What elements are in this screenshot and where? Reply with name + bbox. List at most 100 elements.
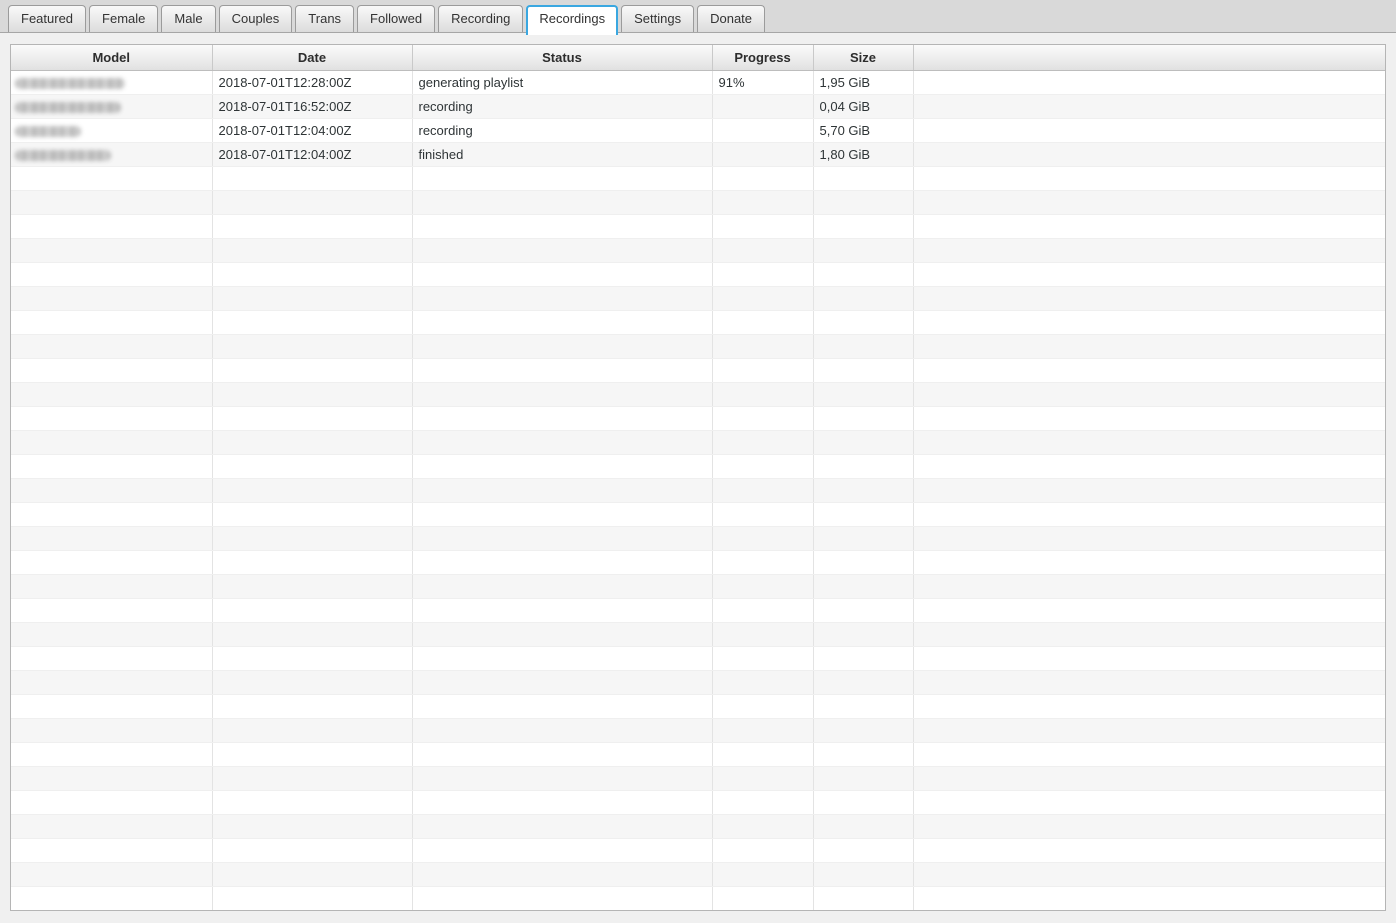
column-header-model[interactable]: Model xyxy=(11,45,212,70)
column-header-status[interactable]: Status xyxy=(412,45,712,70)
tab-male[interactable]: Male xyxy=(161,5,215,32)
cell-date xyxy=(212,550,412,574)
tab-recordings[interactable]: Recordings xyxy=(526,5,618,35)
cell-filler xyxy=(913,694,1385,718)
cell-date xyxy=(212,262,412,286)
cell-date xyxy=(212,502,412,526)
cell-date xyxy=(212,358,412,382)
cell-progress xyxy=(712,886,813,910)
cell-size xyxy=(813,862,913,886)
empty-row xyxy=(11,646,1385,670)
table-row[interactable]: 2018-07-01T12:04:00Zrecording5,70 GiB xyxy=(11,118,1385,142)
cell-size: 1,80 GiB xyxy=(813,142,913,166)
empty-row xyxy=(11,406,1385,430)
cell-model xyxy=(11,382,212,406)
cell-progress xyxy=(712,718,813,742)
cell-progress xyxy=(712,94,813,118)
cell-date: 2018-07-01T12:28:00Z xyxy=(212,70,412,94)
tab-female[interactable]: Female xyxy=(89,5,158,32)
cell-progress xyxy=(712,502,813,526)
cell-filler xyxy=(913,718,1385,742)
cell-progress xyxy=(712,814,813,838)
cell-status: finished xyxy=(412,142,712,166)
tab-recording[interactable]: Recording xyxy=(438,5,523,32)
empty-row xyxy=(11,262,1385,286)
cell-size xyxy=(813,310,913,334)
column-header-filler xyxy=(913,45,1385,70)
column-header-size[interactable]: Size xyxy=(813,45,913,70)
column-header-date[interactable]: Date xyxy=(212,45,412,70)
cell-date xyxy=(212,454,412,478)
cell-size xyxy=(813,238,913,262)
empty-row xyxy=(11,430,1385,454)
table-body: 2018-07-01T12:28:00Zgenerating playlist9… xyxy=(11,70,1385,910)
cell-filler xyxy=(913,598,1385,622)
table-row[interactable]: 2018-07-01T16:52:00Zrecording0,04 GiB xyxy=(11,94,1385,118)
recordings-table: Model Date Status Progress Size 2018-07-… xyxy=(10,44,1386,911)
cell-date xyxy=(212,382,412,406)
cell-size xyxy=(813,670,913,694)
empty-row xyxy=(11,622,1385,646)
cell-status xyxy=(412,478,712,502)
cell-filler xyxy=(913,70,1385,94)
cell-filler xyxy=(913,142,1385,166)
cell-size xyxy=(813,550,913,574)
cell-date xyxy=(212,166,412,190)
cell-filler xyxy=(913,238,1385,262)
cell-filler xyxy=(913,502,1385,526)
column-header-progress[interactable]: Progress xyxy=(712,45,813,70)
cell-filler xyxy=(913,430,1385,454)
cell-filler xyxy=(913,886,1385,910)
cell-progress xyxy=(712,790,813,814)
empty-row xyxy=(11,742,1385,766)
empty-row xyxy=(11,766,1385,790)
table-row[interactable]: 2018-07-01T12:28:00Zgenerating playlist9… xyxy=(11,70,1385,94)
cell-progress xyxy=(712,862,813,886)
cell-model xyxy=(11,334,212,358)
empty-row xyxy=(11,790,1385,814)
empty-row xyxy=(11,286,1385,310)
cell-model xyxy=(11,262,212,286)
cell-filler xyxy=(913,166,1385,190)
cell-progress xyxy=(712,310,813,334)
cell-size xyxy=(813,718,913,742)
tab-featured[interactable]: Featured xyxy=(8,5,86,32)
empty-row xyxy=(11,574,1385,598)
cell-filler xyxy=(913,262,1385,286)
cell-status xyxy=(412,454,712,478)
tab-couples[interactable]: Couples xyxy=(219,5,293,32)
redacted-model-name xyxy=(15,78,125,89)
cell-status xyxy=(412,406,712,430)
cell-status xyxy=(412,718,712,742)
cell-filler xyxy=(913,334,1385,358)
cell-progress xyxy=(712,670,813,694)
cell-size xyxy=(813,646,913,670)
cell-status xyxy=(412,430,712,454)
cell-filler xyxy=(913,214,1385,238)
tab-trans[interactable]: Trans xyxy=(295,5,354,32)
empty-row xyxy=(11,526,1385,550)
tab-followed[interactable]: Followed xyxy=(357,5,435,32)
table-row[interactable]: 2018-07-01T12:04:00Zfinished1,80 GiB xyxy=(11,142,1385,166)
cell-date xyxy=(212,742,412,766)
cell-model xyxy=(11,550,212,574)
cell-model xyxy=(11,790,212,814)
cell-status xyxy=(412,574,712,598)
cell-status xyxy=(412,214,712,238)
cell-progress xyxy=(712,598,813,622)
cell-date xyxy=(212,430,412,454)
cell-model xyxy=(11,142,212,166)
cell-filler xyxy=(913,574,1385,598)
cell-date xyxy=(212,838,412,862)
tab-donate[interactable]: Donate xyxy=(697,5,765,32)
cell-filler xyxy=(913,838,1385,862)
cell-status xyxy=(412,790,712,814)
cell-size xyxy=(813,766,913,790)
tab-settings[interactable]: Settings xyxy=(621,5,694,32)
cell-filler xyxy=(913,526,1385,550)
cell-size xyxy=(813,430,913,454)
cell-progress xyxy=(712,838,813,862)
cell-date xyxy=(212,646,412,670)
cell-status xyxy=(412,838,712,862)
cell-size xyxy=(813,214,913,238)
